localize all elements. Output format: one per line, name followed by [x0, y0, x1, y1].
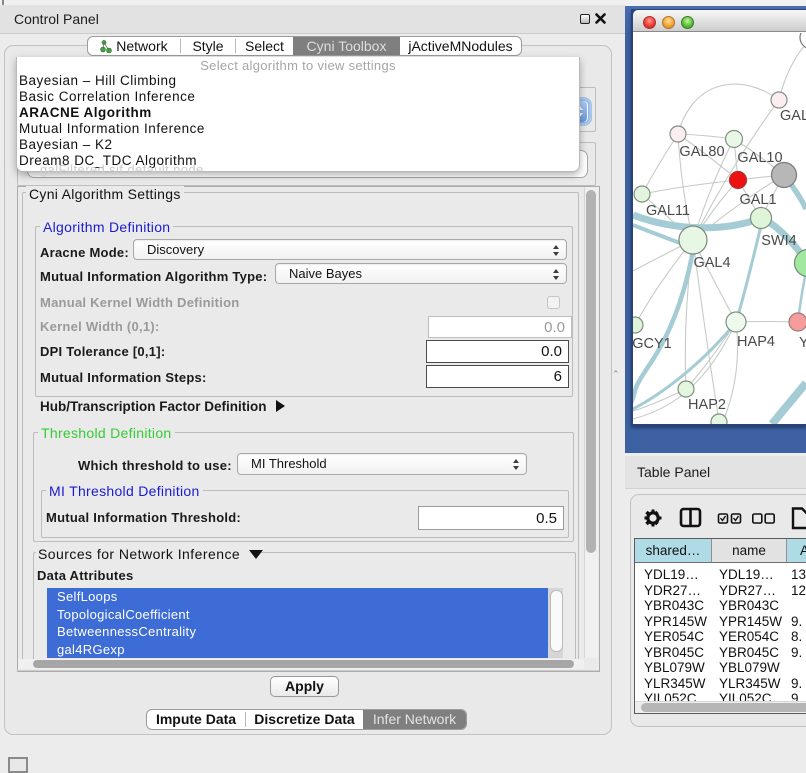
svg-text:HAP4: HAP4	[737, 334, 775, 350]
svg-text:GAL4: GAL4	[693, 255, 730, 271]
svg-text:HAP2: HAP2	[688, 397, 726, 413]
svg-text:GCY1: GCY1	[633, 336, 672, 352]
svg-text:GAL1: GAL1	[739, 192, 776, 208]
svg-text:GAL11: GAL11	[646, 203, 690, 219]
svg-text:SWI4: SWI4	[761, 233, 796, 249]
svg-text:GAL10: GAL10	[737, 150, 782, 166]
svg-text:GAL2: GAL2	[780, 108, 806, 124]
svg-text:Y: Y	[799, 335, 806, 351]
svg-text:GAL80: GAL80	[679, 144, 724, 160]
